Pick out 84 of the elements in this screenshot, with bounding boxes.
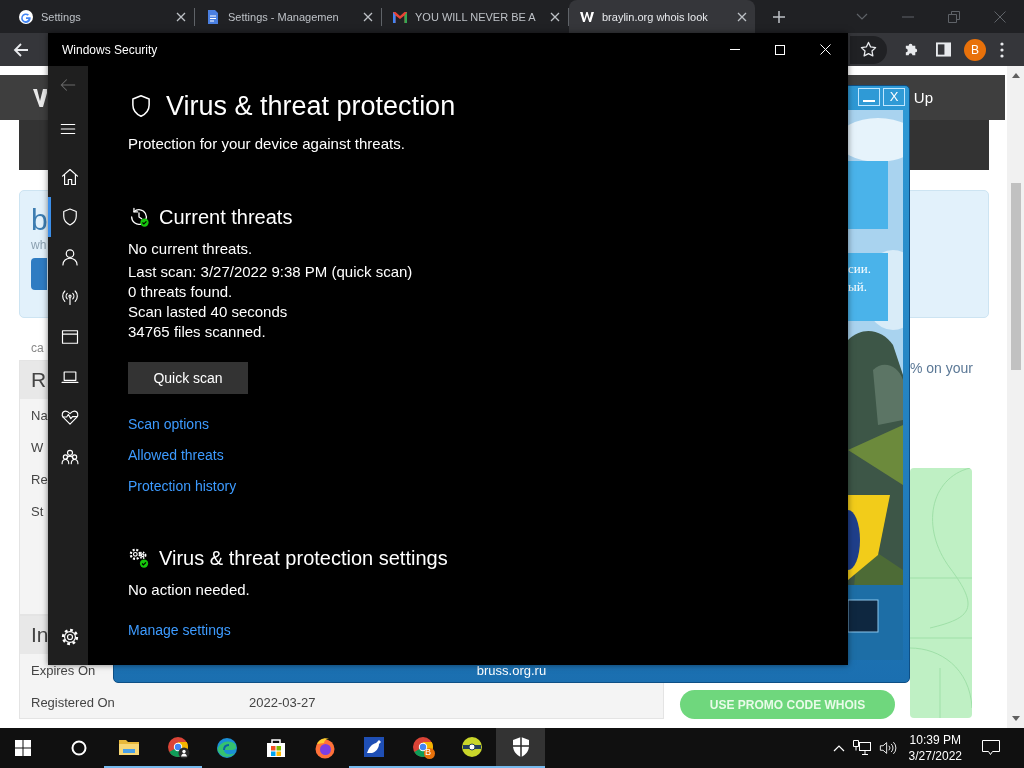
close-icon[interactable]	[176, 11, 186, 22]
link[interactable]: Scan options	[128, 414, 209, 434]
tab-title: YOU WILL NEVER BE A	[415, 10, 537, 23]
ad-text: ый.	[848, 278, 868, 296]
ad-footer-link[interactable]: bruss.org.ru	[114, 663, 909, 678]
clock-date: 3/27/2022	[908, 748, 962, 764]
breadcrumb: ca	[31, 341, 45, 355]
volume-icon[interactable]	[878, 740, 897, 756]
ad-text: сии.	[848, 260, 872, 278]
scroll-thumb[interactable]	[1010, 183, 1021, 370]
browser-tab[interactable]: braylin.org whois look	[569, 0, 755, 33]
plus-icon[interactable]	[772, 9, 786, 24]
star-icon[interactable]	[860, 41, 877, 58]
chrome-icon	[165, 735, 190, 759]
section-heading: Current threats	[159, 205, 293, 229]
address-bar[interactable]	[850, 35, 887, 64]
close-icon[interactable]	[363, 11, 373, 22]
field-label: St	[31, 503, 44, 519]
tab-title: braylin.org whois look	[602, 10, 709, 23]
family-icon	[59, 447, 80, 467]
status-text: Last scan: 3/27/2022 9:38 PM (quick scan)	[128, 262, 413, 282]
link[interactable]: Protection history	[128, 476, 237, 496]
promo-text: % on your	[910, 360, 975, 376]
history-check-icon	[128, 206, 150, 228]
settings-icon	[59, 627, 80, 647]
puzzle-icon[interactable]	[903, 41, 920, 58]
browser-tab[interactable]: Settings	[8, 0, 194, 33]
scroll-down-icon[interactable]	[1011, 716, 1020, 721]
tab-title: Settings	[41, 10, 82, 23]
ad-text-panel	[848, 161, 888, 229]
field-value: 2022-03-27	[249, 694, 316, 710]
scrollbar[interactable]	[1007, 66, 1024, 728]
browser-tab[interactable]: YOU WILL NEVER BE A	[382, 0, 568, 33]
gears-check-icon	[128, 547, 150, 569]
field-label: W	[31, 439, 44, 455]
browser-tab[interactable]: Settings - Managemen	[195, 0, 381, 33]
chevron-down-icon[interactable]	[856, 12, 868, 21]
antenna-icon	[59, 287, 80, 307]
browser-window-icon	[59, 327, 80, 347]
status-text: No current threats.	[128, 239, 253, 259]
hero-heading: b	[31, 203, 48, 237]
search-circle-icon[interactable]	[71, 740, 87, 756]
menu-dots-icon[interactable]	[1000, 41, 1004, 58]
page-subtitle: Protection for your device against threats.	[128, 134, 405, 154]
status-text: No action needed.	[128, 580, 250, 600]
badge-letter: B	[425, 747, 431, 757]
link[interactable]: Manage settings	[128, 620, 231, 640]
page-title: Virus & threat protection	[166, 90, 456, 122]
sidebar-icon[interactable]	[936, 42, 951, 57]
close-icon[interactable]	[737, 11, 747, 22]
clock[interactable]: 10:39 PM 3/27/2022	[908, 732, 962, 764]
field-label: Registered On	[31, 694, 115, 710]
notification-icon[interactable]	[982, 740, 1000, 756]
status-text: Scan lasted 40 seconds	[128, 302, 288, 322]
field-label: Expires On	[31, 662, 96, 678]
disc-icon	[459, 735, 484, 759]
field-label: Na	[31, 407, 48, 423]
hero-subheading: wh	[31, 237, 47, 253]
person-icon	[59, 247, 80, 267]
windows-logo-icon[interactable]	[15, 740, 31, 756]
maximize-icon[interactable]	[775, 44, 785, 55]
status-text: 34765 files scanned.	[128, 322, 266, 342]
clock-time: 10:39 PM	[908, 732, 962, 748]
document-icon	[205, 8, 221, 25]
chevron-up-icon[interactable]	[832, 744, 845, 752]
back-arrow-icon[interactable]	[13, 41, 29, 58]
chrome-icon	[410, 735, 435, 759]
nav-link[interactable]: Up	[913, 89, 933, 106]
field-label: Re	[31, 471, 48, 487]
close-icon[interactable]	[550, 11, 560, 22]
section-heading: Virus & threat protection settings	[159, 546, 448, 570]
logo-icon	[33, 87, 47, 108]
network-icon[interactable]	[852, 740, 871, 756]
taskbar-app[interactable]	[496, 728, 545, 768]
restore-icon[interactable]	[948, 10, 960, 23]
link[interactable]: Allowed threats	[128, 445, 224, 465]
edge-icon	[214, 736, 239, 760]
window-title: Windows Security	[62, 42, 158, 57]
google-icon	[18, 8, 34, 25]
status-text: 0 threats found.	[128, 282, 233, 302]
scan-button[interactable]: Quick scan	[128, 362, 248, 394]
tab-title: Settings - Managemen	[228, 10, 340, 23]
home-icon	[59, 167, 80, 187]
scroll-up-icon[interactable]	[1011, 73, 1020, 78]
